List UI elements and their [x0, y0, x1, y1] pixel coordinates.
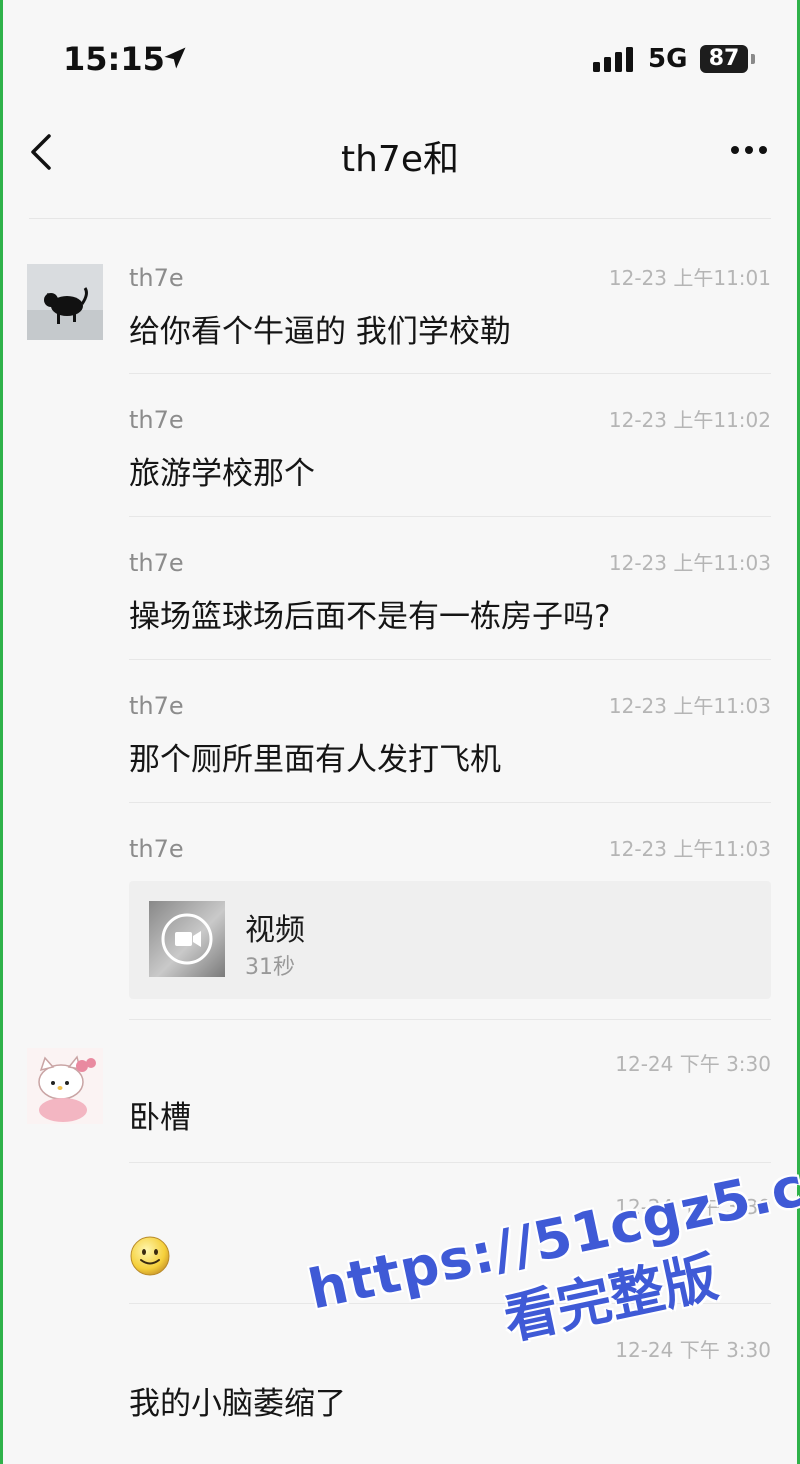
location-arrow-icon [164, 47, 186, 69]
message-item[interactable]: th7e 12-23 上午11:03 那个厕所里面有人发打飞机 [3, 686, 797, 806]
message-divider [129, 516, 771, 517]
message-time: 12-23 上午11:01 [608, 266, 771, 290]
video-duration: 31秒 [245, 955, 295, 980]
cat-avatar-image [27, 264, 103, 340]
message-time: 12-23 上午11:03 [608, 551, 771, 575]
message-text[interactable]: 操场篮球场后面不是有一栋房子吗? [129, 591, 610, 636]
message-text[interactable]: 那个厕所里面有人发打飞机 [129, 734, 501, 779]
message-item[interactable]: th7e 12-23 上午11:02 旅游学校那个 [3, 400, 797, 520]
video-label: 视频 [245, 913, 305, 948]
battery-tip [751, 54, 755, 64]
message-time: 12-23 上午11:03 [608, 837, 771, 861]
smiley-emoji-icon [130, 1236, 170, 1276]
message-item[interactable]: 12-24 下午 3:30 卧槽 [3, 1040, 797, 1163]
message-text[interactable]: 卧槽 [129, 1092, 191, 1137]
message-divider [129, 1162, 771, 1163]
message-divider [129, 802, 771, 803]
network-type: 5G [648, 44, 688, 74]
message-divider [129, 373, 771, 374]
message-divider [129, 659, 771, 660]
message-time: 12-23 上午11:02 [608, 408, 771, 432]
message-sender: th7e [129, 835, 184, 863]
message-time: 12-24 下午 3:30 [615, 1052, 771, 1076]
message-sender: th7e [129, 692, 184, 720]
status-bar: 15:15 5G 87 [3, 0, 797, 120]
avatar[interactable] [27, 1048, 103, 1124]
message-divider [129, 1019, 771, 1020]
signal-icon [593, 47, 633, 72]
message-sender: th7e [129, 264, 184, 292]
message-text[interactable]: 旅游学校那个 [129, 448, 315, 493]
message-text[interactable]: 给你看个牛逼的 我们学校勒 [129, 306, 511, 351]
message-sender: th7e [129, 406, 184, 434]
nav-bar: th7e和 [3, 110, 797, 220]
nav-divider [29, 218, 771, 219]
avatar[interactable] [27, 264, 103, 340]
video-thumbnail [149, 901, 225, 977]
video-camera-icon [161, 913, 213, 965]
message-time: 12-23 上午11:03 [608, 694, 771, 718]
chat-title: th7e和 [341, 139, 459, 180]
battery-level: 87 [700, 45, 748, 73]
hello-kitty-avatar-image [27, 1048, 103, 1124]
message-item[interactable]: th7e 12-23 上午11:03 操场篮球场后面不是有一栋房子吗? [3, 543, 797, 663]
message-item[interactable]: th7e 12-23 上午11:03 视频 31秒 [3, 829, 797, 1020]
message-item[interactable]: th7e 12-23 上午11:01 给你看个牛逼的 我们学校勒 [3, 258, 797, 378]
message-text[interactable]: 我的小脑萎缩了 [129, 1378, 346, 1423]
more-icon[interactable] [729, 140, 769, 160]
message-sender: th7e [129, 549, 184, 577]
video-card[interactable]: 视频 31秒 [129, 881, 771, 999]
status-time: 15:15 [63, 40, 165, 78]
